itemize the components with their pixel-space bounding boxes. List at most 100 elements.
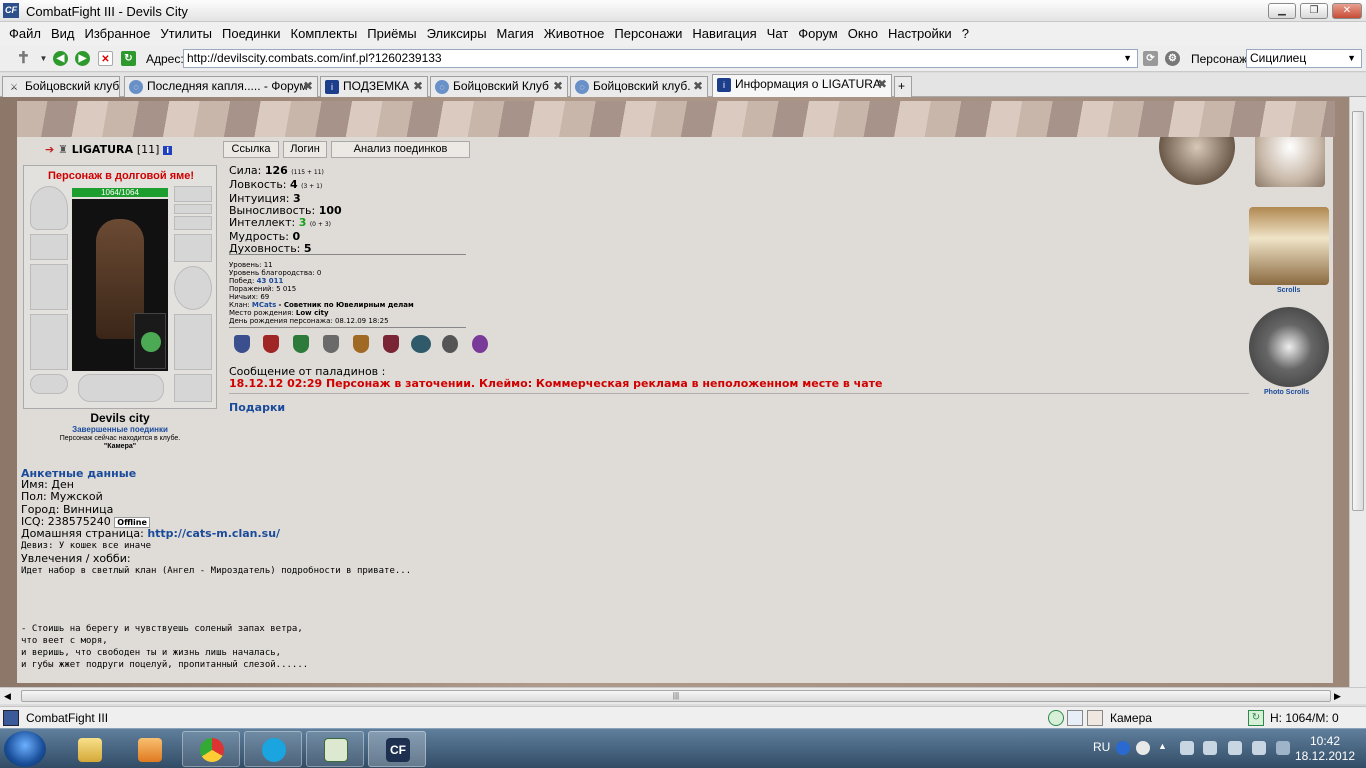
- rings-slot[interactable]: [174, 216, 212, 230]
- tab-character-info[interactable]: i Информация о LIGATURA ✖: [712, 74, 892, 97]
- menu-sets[interactable]: Комплекты: [286, 22, 363, 46]
- help-icon[interactable]: [1116, 741, 1130, 755]
- back-icon[interactable]: ◀: [53, 51, 68, 66]
- taskbar-media[interactable]: [120, 731, 178, 767]
- menu-characters[interactable]: Персонажи: [609, 22, 687, 46]
- close-button[interactable]: ✕: [1332, 3, 1362, 19]
- badge-icon[interactable]: [472, 335, 488, 353]
- cross-emblem-icon[interactable]: [1255, 137, 1325, 187]
- settings-gear-icon[interactable]: ⚙: [1165, 51, 1180, 66]
- photo-scrolls-link[interactable]: Photo Scrolls: [1264, 389, 1309, 396]
- taskbar-app[interactable]: [306, 731, 364, 767]
- finished-fights-link[interactable]: Завершенные поединки: [23, 425, 217, 434]
- record-icon[interactable]: [1136, 741, 1150, 755]
- badge-icon[interactable]: [442, 335, 458, 353]
- list-icon[interactable]: [1067, 710, 1083, 726]
- maximize-button[interactable]: ❐: [1300, 3, 1328, 19]
- scroll-right-icon[interactable]: ▶: [1334, 691, 1341, 702]
- gifts-link[interactable]: Подарки: [229, 401, 285, 414]
- info-icon[interactable]: i: [163, 146, 173, 155]
- refresh-icon[interactable]: ↻: [121, 51, 136, 66]
- close-icon[interactable]: ✖: [303, 77, 313, 96]
- close-icon[interactable]: ✖: [553, 77, 563, 96]
- close-icon[interactable]: ✖: [413, 77, 423, 96]
- crossed-axes-emblem-icon[interactable]: [1159, 137, 1235, 185]
- forward-icon[interactable]: ▶: [75, 51, 90, 66]
- tab-dungeon[interactable]: i ПОДЗЕМКА ✖: [320, 76, 428, 97]
- taskbar-skype[interactable]: [244, 731, 302, 767]
- dropdown-icon[interactable]: ▼: [36, 51, 51, 66]
- stop-icon[interactable]: ✕: [98, 51, 113, 66]
- system-clock[interactable]: 10:42 18.12.2012: [1290, 734, 1360, 764]
- chevron-up-icon[interactable]: ▲: [1158, 741, 1172, 755]
- close-icon[interactable]: ✖: [877, 75, 887, 94]
- clan-link[interactable]: MCats: [252, 301, 276, 309]
- scrolls-link[interactable]: Scrolls: [1277, 287, 1300, 294]
- horizontal-scroll-thumb[interactable]: |||: [21, 690, 1331, 702]
- boots-slot[interactable]: [174, 374, 212, 402]
- menu-window[interactable]: Окно: [843, 22, 883, 46]
- clock-icon[interactable]: [1048, 710, 1064, 726]
- badge-icon[interactable]: [234, 335, 250, 353]
- gloves-slot[interactable]: [174, 234, 212, 262]
- badge-icon[interactable]: [353, 335, 369, 353]
- tab-fight-club-3[interactable]: ◌ Бойцовский клуб. ✖: [570, 76, 708, 97]
- taskbar-chrome[interactable]: [182, 731, 240, 767]
- menu-chat[interactable]: Чат: [762, 22, 794, 46]
- pet-slot[interactable]: [134, 313, 166, 369]
- menu-help[interactable]: ?: [957, 22, 974, 46]
- menu-file[interactable]: Файл: [4, 22, 46, 46]
- menu-forum[interactable]: Форум: [793, 22, 843, 46]
- menu-techniques[interactable]: Приёмы: [362, 22, 421, 46]
- language-indicator[interactable]: RU: [1093, 740, 1110, 754]
- scrolls-book-icon[interactable]: [1249, 207, 1329, 285]
- amulet-slot[interactable]: [174, 204, 212, 214]
- badge-icon[interactable]: [293, 335, 309, 353]
- close-icon[interactable]: ✖: [693, 77, 703, 96]
- photo-camera-icon[interactable]: [1249, 307, 1329, 387]
- menu-magic[interactable]: Магия: [492, 22, 539, 46]
- horizontal-scrollbar[interactable]: ◀ ||| ▶: [0, 687, 1366, 704]
- belt-slot[interactable]: [30, 374, 68, 394]
- armor-slot[interactable]: [30, 314, 68, 370]
- weapon-slot[interactable]: [30, 264, 68, 310]
- badge-icon[interactable]: [383, 335, 399, 353]
- wins-link[interactable]: 43 011: [257, 277, 284, 285]
- earrings-slot[interactable]: [174, 186, 212, 202]
- helmet-slot[interactable]: [30, 186, 68, 230]
- link-button[interactable]: Ссылка: [223, 141, 279, 158]
- badge-icon[interactable]: [411, 335, 431, 353]
- menu-favorites[interactable]: Избранное: [80, 22, 156, 46]
- menu-settings[interactable]: Настройки: [883, 22, 957, 46]
- bracers-slot[interactable]: [30, 234, 68, 260]
- homepage-link[interactable]: http://cats-m.clan.su/: [147, 527, 280, 540]
- badge-icon[interactable]: [263, 335, 279, 353]
- tab-fight-club-2[interactable]: ◌ Бойцовский Клуб ✖: [430, 76, 568, 97]
- vertical-scrollbar[interactable]: [1349, 97, 1366, 687]
- character-select[interactable]: Сицилиец ▼: [1246, 49, 1362, 68]
- leggings-slot[interactable]: [174, 314, 212, 370]
- fight-analysis-button[interactable]: Анализ поединков: [331, 141, 470, 158]
- device-icon[interactable]: [1203, 741, 1217, 755]
- refresh-icon[interactable]: ↻: [1248, 710, 1264, 726]
- login-button[interactable]: Логин: [283, 141, 327, 158]
- menu-fights[interactable]: Поединки: [217, 22, 286, 46]
- scroll-left-icon[interactable]: ◀: [4, 691, 11, 702]
- taskbar-combatfight[interactable]: CF: [368, 731, 426, 767]
- menu-view[interactable]: Вид: [46, 22, 80, 46]
- go-icon[interactable]: ⟳: [1143, 51, 1158, 66]
- power-icon[interactable]: [1228, 741, 1242, 755]
- tab-fight-club[interactable]: ⚔ Бойцовский клуб: [2, 76, 120, 97]
- vertical-scroll-thumb[interactable]: [1352, 111, 1364, 511]
- start-button[interactable]: [4, 731, 46, 767]
- shield-slot[interactable]: [174, 266, 212, 310]
- character-name[interactable]: LIGATURA: [72, 143, 133, 156]
- menu-elixirs[interactable]: Эликсиры: [422, 22, 492, 46]
- menu-utilities[interactable]: Утилиты: [155, 22, 217, 46]
- menu-animal[interactable]: Животное: [539, 22, 610, 46]
- network-icon[interactable]: [1252, 741, 1266, 755]
- chevron-down-icon[interactable]: ▼: [1123, 50, 1132, 67]
- tab-forum[interactable]: ◌ Последняя капля..... - Форум ✖: [124, 76, 318, 97]
- volume-icon[interactable]: [1276, 741, 1290, 755]
- minimize-button[interactable]: ▁: [1268, 3, 1296, 19]
